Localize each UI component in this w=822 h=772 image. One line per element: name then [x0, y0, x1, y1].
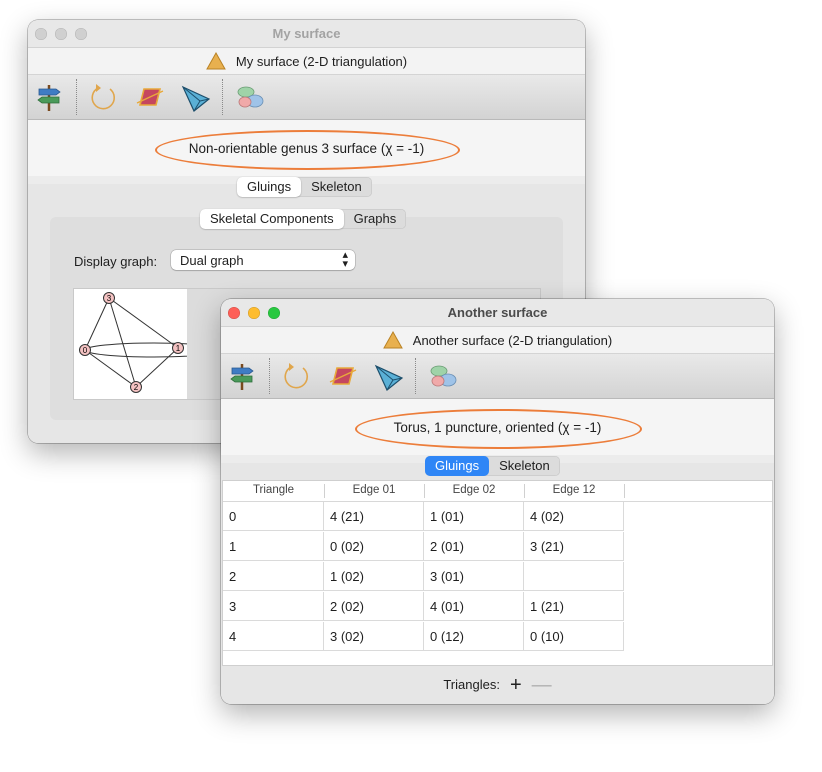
cell-edge-02[interactable]: 4 (01) — [424, 592, 524, 621]
triangulation-icon — [206, 52, 226, 70]
column-header-edge-02[interactable]: Edge 02 — [424, 484, 524, 496]
cell-edge-02[interactable]: 2 (01) — [424, 532, 524, 561]
cell-edge-02[interactable]: 1 (01) — [424, 502, 524, 531]
add-triangle-button[interactable]: + — [510, 675, 522, 695]
tab-skeletal-components[interactable]: Skeletal Components — [200, 209, 344, 229]
cell-triangle[interactable]: 2 — [223, 562, 324, 591]
toolbar-separator — [76, 79, 77, 115]
cell-edge-01[interactable]: 4 (21) — [324, 502, 424, 531]
cell-triangle[interactable]: 4 — [223, 622, 324, 651]
column-header-triangle[interactable]: Triangle — [223, 484, 324, 496]
table-header: Triangle Edge 01 Edge 02 Edge 12 — [223, 481, 772, 502]
toolbar — [28, 75, 585, 120]
surfaces-blob-icon[interactable] — [427, 360, 459, 392]
window-another-surface: Another surface Another surface (2-D tri… — [221, 299, 774, 704]
title-bar: My surface — [28, 20, 585, 48]
table-footer: Triangles: + — — [221, 665, 774, 704]
cell-edge-01[interactable]: 2 (02) — [324, 592, 424, 621]
packet-header: Another surface (2-D triangulation) — [221, 327, 774, 354]
cell-edge-01[interactable]: 3 (02) — [324, 622, 424, 651]
tab-skeleton[interactable]: Skeleton — [489, 456, 560, 476]
column-header-edge-12[interactable]: Edge 12 — [524, 484, 624, 496]
graph-node-label: 3 — [107, 294, 112, 303]
highlight-ellipse — [355, 409, 642, 449]
cell-edge-12[interactable]: 3 (21) — [524, 532, 624, 561]
cell-edge-01[interactable]: 0 (02) — [324, 532, 424, 561]
triangles-label: Triangles: — [443, 677, 500, 692]
signpost-icon[interactable] — [34, 81, 66, 113]
cell-edge-02[interactable]: 0 (12) — [424, 622, 524, 651]
column-header-edge-01[interactable]: Edge 01 — [324, 484, 424, 496]
packet-header: My surface (2-D triangulation) — [28, 48, 585, 75]
triangulation-icon — [382, 331, 403, 349]
display-graph-select[interactable]: Dual graph ▴ ▾ — [171, 250, 355, 270]
signpost-icon[interactable] — [227, 360, 259, 392]
reorder-cycle-icon[interactable] — [88, 81, 120, 113]
toolbar-separator — [269, 358, 270, 394]
column-divider — [624, 484, 625, 498]
parallelogram-icon[interactable] — [327, 360, 359, 392]
cell-edge-12[interactable]: 4 (02) — [524, 502, 624, 531]
cell-triangle[interactable]: 3 — [223, 592, 324, 621]
window-title: My surface — [272, 26, 341, 41]
toolbar-separator — [222, 79, 223, 115]
window-title: Another surface — [447, 305, 548, 320]
tab-skeleton[interactable]: Skeleton — [301, 177, 372, 197]
surfaces-blob-icon[interactable] — [234, 81, 266, 113]
gluings-table: Triangle Edge 01 Edge 02 Edge 12 0 4 (21… — [222, 480, 773, 666]
cell-edge-12[interactable]: 1 (21) — [524, 592, 624, 621]
toolbar-separator — [415, 358, 416, 394]
graph-node: 0 — [79, 344, 91, 356]
graph-node-label: 2 — [134, 383, 139, 392]
cell-triangle[interactable]: 1 — [223, 532, 324, 561]
remove-triangle-button[interactable]: — — [532, 675, 552, 695]
cell-edge-12[interactable] — [524, 562, 624, 591]
tab-gluings[interactable]: Gluings — [237, 177, 302, 197]
tab-gluings[interactable]: Gluings — [425, 456, 490, 476]
dual-graph: 3 0 1 2 — [79, 292, 187, 393]
cell-triangle[interactable]: 0 — [223, 502, 324, 531]
graph-node: 2 — [130, 381, 142, 393]
packet-header-label: Another surface (2-D triangulation) — [412, 332, 613, 348]
main-tabs: Gluings Skeleton — [237, 177, 372, 197]
tetrahedron-icon[interactable] — [373, 360, 405, 392]
graph-node-label: 0 — [83, 346, 88, 355]
reorder-cycle-icon[interactable] — [281, 360, 313, 392]
chevron-updown-icon: ▴ ▾ — [342, 249, 348, 270]
skeleton-subtabs: Skeletal Components Graphs — [200, 209, 407, 229]
graph-node-label: 1 — [176, 344, 181, 353]
main-tabs: Gluings Skeleton — [425, 456, 560, 476]
highlight-ellipse — [155, 130, 460, 170]
toolbar — [221, 354, 774, 399]
tab-graphs[interactable]: Graphs — [344, 209, 407, 229]
graph-node: 3 — [103, 292, 115, 304]
cell-edge-01[interactable]: 1 (02) — [324, 562, 424, 591]
cell-edge-02[interactable]: 3 (01) — [424, 562, 524, 591]
tetrahedron-icon[interactable] — [180, 81, 212, 113]
display-graph-value: Dual graph — [180, 253, 244, 268]
title-bar: Another surface — [221, 299, 774, 327]
packet-header-label: My surface (2-D triangulation) — [235, 53, 408, 69]
graph-node: 1 — [172, 342, 184, 354]
parallelogram-icon[interactable] — [134, 81, 166, 113]
cell-edge-12[interactable]: 0 (10) — [524, 622, 624, 651]
display-graph-label: Display graph: — [74, 254, 158, 269]
